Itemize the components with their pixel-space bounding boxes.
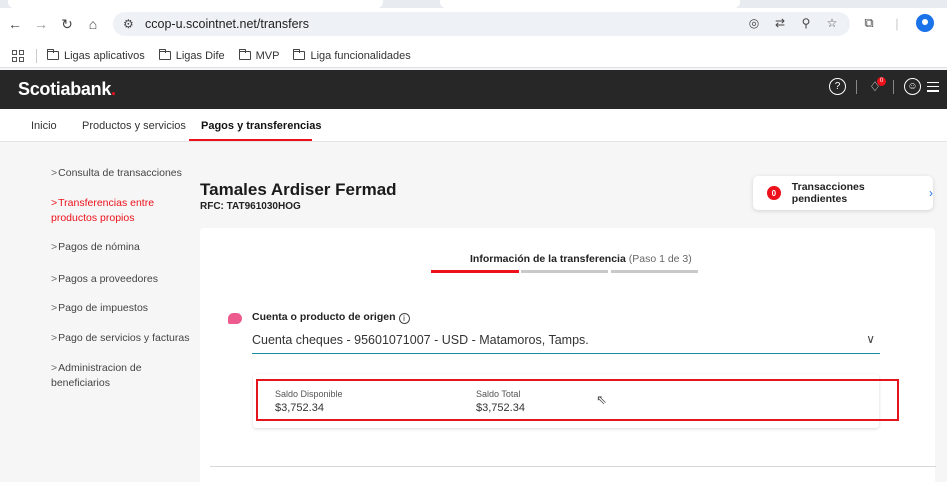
browser-tab[interactable] [8, 0, 383, 8]
bookmarks-bar: Ligas aplicativos Ligas Dife MVP Liga fu… [0, 44, 947, 68]
sidebar-item-label: beneficiarios [51, 377, 110, 389]
address-bar[interactable]: ⚙ ccop-u.scointnet.net/transfers ◎ ⇄ ⚲ ☆ [113, 12, 850, 36]
header-divider [893, 79, 894, 94]
sidebar-item-nomina[interactable]: >Pagos de nómina [51, 240, 140, 255]
zoom-icon[interactable]: ⚲ [798, 15, 814, 31]
pending-count-badge: 0 [767, 186, 781, 200]
sidebar-item-proveedores[interactable]: >Pagos a proveedores [51, 272, 158, 287]
sidebar-item-label: productos propios [51, 212, 135, 224]
browser-tab[interactable] [440, 0, 740, 8]
back-icon[interactable]: ← [4, 13, 26, 35]
available-balance-value: $3,752.34 [275, 402, 324, 414]
bank-header: Scotiabank. ? ♢ 0 ☺ [0, 70, 947, 109]
notification-badge: 0 [877, 76, 886, 86]
customer-name: Tamales Ardiser Fermad [200, 180, 397, 199]
total-balance-value: $3,752.34 [476, 402, 525, 414]
sidebar-item-label: Consulta de transacciones [58, 167, 182, 179]
notifications-bell-icon[interactable]: ♢ 0 [867, 76, 886, 95]
panel-divider [210, 466, 936, 467]
sidebar-item-label: Pagos de nómina [58, 241, 140, 253]
forward-icon[interactable]: → [30, 13, 52, 35]
home-icon[interactable]: ⌂ [82, 13, 104, 35]
nav-item-inicio[interactable]: Inicio [31, 120, 57, 132]
header-divider [856, 79, 857, 94]
pending-transactions-button[interactable]: 0 Transacciones pendientes › [753, 176, 933, 210]
url-text: ccop-u.scointnet.net/transfers [145, 17, 309, 31]
origin-account-select[interactable]: Cuenta cheques - 95601071007 - USD - Mat… [252, 330, 880, 354]
hamburger-menu-icon[interactable] [927, 81, 939, 92]
browser-toolbar: ← → ↻ ⌂ ⚙ ccop-u.scointnet.net/transfers… [0, 0, 947, 44]
bookmark-label: Ligas Dife [175, 49, 225, 62]
translate-icon[interactable]: ⇄ [772, 15, 788, 31]
nav-item-productos[interactable]: Productos y servicios [82, 120, 186, 132]
origin-account-value: Cuenta cheques - 95601071007 - USD - Mat… [252, 333, 589, 347]
chevron-right-icon: › [929, 186, 933, 200]
total-balance-label: Saldo Total [476, 389, 521, 399]
sidebar-item-consulta[interactable]: >Consulta de transacciones [51, 166, 182, 181]
sidebar-item-transferencias[interactable]: >Transferencias entre productos propios [51, 196, 154, 226]
bookmarks-divider [36, 48, 37, 63]
bookmark-label: MVP [255, 49, 280, 62]
user-profile-icon[interactable]: ☺ [904, 78, 921, 95]
bookmark-label: Ligas aplicativos [64, 49, 145, 62]
available-balance-label: Saldo Disponible [275, 389, 343, 399]
bookmark-star-icon[interactable]: ☆ [824, 15, 840, 31]
folder-icon [238, 49, 251, 60]
apps-grid-icon[interactable] [12, 49, 24, 62]
step-progress-pending [611, 270, 698, 273]
piggy-bank-icon [228, 313, 242, 324]
location-icon[interactable]: ◎ [746, 15, 762, 31]
pending-label: Transacciones pendientes [791, 181, 865, 205]
bookmark-item[interactable]: Ligas aplicativos [47, 49, 145, 62]
step-title: Información de la transferencia (Paso 1 … [470, 253, 692, 265]
folder-icon [293, 49, 306, 60]
mouse-cursor-icon: ⇖ [596, 392, 607, 407]
step-progress-pending [521, 270, 608, 273]
extensions-icon[interactable]: ⧉ [860, 12, 878, 34]
chevron-down-icon: ∨ [866, 332, 875, 346]
sidebar: >Consulta de transacciones >Transferenci… [0, 142, 190, 482]
bookmark-item[interactable]: MVP [238, 49, 280, 62]
folder-icon [158, 49, 171, 60]
nav-item-pagos[interactable]: Pagos y transferencias [201, 120, 321, 132]
active-nav-underline [189, 139, 312, 141]
sidebar-item-label: Administracion de [58, 362, 142, 374]
tab-strip [0, 0, 947, 8]
reload-icon[interactable]: ↻ [56, 13, 78, 35]
sidebar-item-impuestos[interactable]: >Pago de impuestos [51, 301, 148, 316]
main-nav: Inicio Productos y servicios Pagos y tra… [0, 109, 947, 142]
sidebar-item-label: Pago de servicios y facturas [58, 332, 190, 344]
sidebar-item-servicios[interactable]: >Pago de servicios y facturas [51, 331, 189, 346]
transfer-panel [200, 228, 935, 482]
bookmark-item[interactable]: Ligas Dife [158, 49, 225, 62]
sidebar-item-label: Pagos a proveedores [58, 273, 158, 285]
sidebar-item-label: Pago de impuestos [58, 302, 149, 314]
profile-avatar-icon[interactable] [916, 14, 934, 32]
origin-account-label: Cuenta o producto de origen i [252, 311, 410, 324]
bookmark-item[interactable]: Liga funcionalidades [293, 49, 411, 62]
bookmark-label: Liga funcionalidades [310, 49, 411, 62]
info-icon[interactable]: i [398, 313, 410, 324]
toolbar-divider: | [895, 15, 899, 31]
help-icon[interactable]: ? [829, 78, 846, 95]
customer-rfc: RFC: TAT961030HOG [200, 201, 301, 212]
highlight-box [256, 379, 899, 421]
folder-icon [47, 49, 59, 60]
sidebar-item-label: Transferencias entre [58, 197, 155, 209]
site-settings-icon[interactable]: ⚙ [123, 17, 139, 31]
step-progress-active [431, 270, 519, 273]
sidebar-item-beneficiarios[interactable]: >Administracion de beneficiarios [51, 361, 142, 391]
scotiabank-logo[interactable]: Scotiabank. [18, 79, 116, 100]
